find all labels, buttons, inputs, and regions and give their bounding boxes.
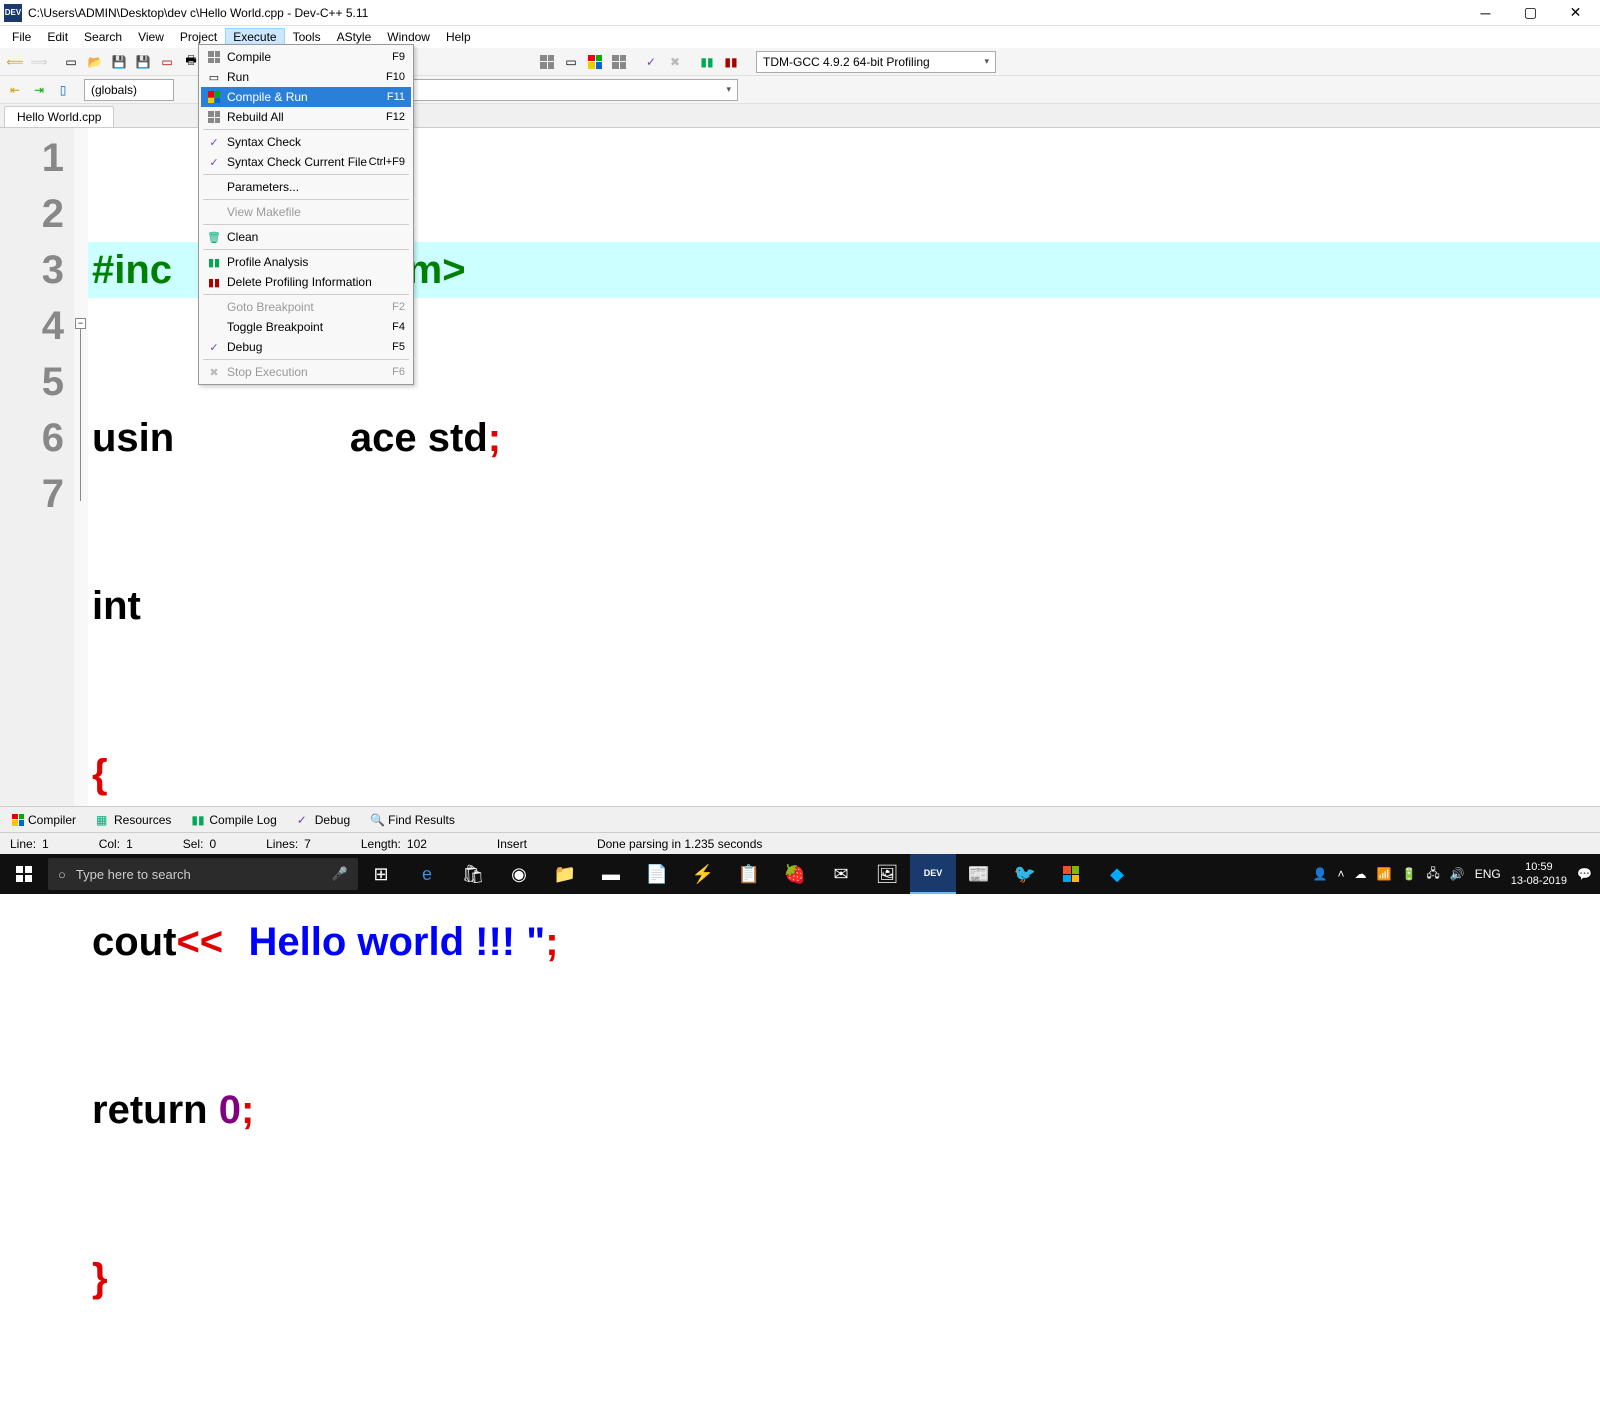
back-icon[interactable]: ⟸ xyxy=(4,51,26,73)
compiler-select[interactable]: TDM-GCC 4.9.2 64-bit Profiling ▾ xyxy=(756,51,996,73)
search-icon: ○ xyxy=(58,867,66,882)
menu-edit[interactable]: Edit xyxy=(39,28,76,46)
fold-line xyxy=(80,329,81,501)
class-select-value: (globals) xyxy=(91,83,137,97)
menu-item-compile[interactable]: CompileF9 xyxy=(201,47,411,67)
fold-toggle[interactable]: − xyxy=(75,318,86,329)
menu-search[interactable]: Search xyxy=(76,28,130,46)
rebuild-icon[interactable] xyxy=(608,51,630,73)
line-gutter: 1234567 xyxy=(0,128,74,806)
tab-hello-world[interactable]: Hello World.cpp xyxy=(4,106,114,127)
menu-item-run[interactable]: ▭RunF10 xyxy=(201,67,411,87)
menu-item-rebuild-all[interactable]: Rebuild AllF12 xyxy=(201,107,411,127)
class-select[interactable]: (globals) xyxy=(84,79,174,101)
menu-view[interactable]: View xyxy=(130,28,172,46)
new-file-icon[interactable]: ▭ xyxy=(60,51,82,73)
menu-file[interactable]: File xyxy=(4,28,39,46)
goto-func2-icon[interactable]: ⇥ xyxy=(28,79,50,101)
profile-delete-icon[interactable]: ▮▮ xyxy=(720,51,742,73)
execute-menu: CompileF9▭RunF10Compile & RunF11Rebuild … xyxy=(198,44,414,385)
chevron-down-icon: ▾ xyxy=(984,56,989,67)
menu-item-delete-profiling-information[interactable]: ▮▮Delete Profiling Information xyxy=(201,272,411,292)
minimize-button[interactable]: ─ xyxy=(1463,0,1508,26)
close-button[interactable]: ✕ xyxy=(1553,0,1598,26)
save-all-icon[interactable]: 💾 xyxy=(132,51,154,73)
goto-func-icon[interactable]: ⇤ xyxy=(4,79,26,101)
chevron-down-icon: ▾ xyxy=(726,84,731,95)
menu-item-clean[interactable]: 🗑Clean xyxy=(201,227,411,247)
profile-icon[interactable]: ▮▮ xyxy=(696,51,718,73)
menu-item-toggle-breakpoint[interactable]: Toggle BreakpointF4 xyxy=(201,317,411,337)
tab-compiler[interactable]: Compiler xyxy=(4,810,84,830)
menu-item-compile-run[interactable]: Compile & RunF11 xyxy=(201,87,411,107)
debug-icon[interactable]: ✓ xyxy=(640,51,662,73)
stop-icon[interactable]: ✖ xyxy=(664,51,686,73)
compiler-select-value: TDM-GCC 4.9.2 64-bit Profiling xyxy=(763,55,930,69)
start-button[interactable] xyxy=(0,854,48,894)
menu-item-syntax-check-current-file[interactable]: ✓Syntax Check Current FileCtrl+F9 xyxy=(201,152,411,172)
run-icon[interactable]: ▭ xyxy=(560,51,582,73)
titlebar: DEV C:\Users\ADMIN\Desktop\dev c\Hello W… xyxy=(0,0,1600,26)
menu-item-view-makefile: View Makefile xyxy=(201,202,411,222)
menu-item-debug[interactable]: ✓DebugF5 xyxy=(201,337,411,357)
window-title: C:\Users\ADMIN\Desktop\dev c\Hello World… xyxy=(28,6,1463,20)
close-file-icon[interactable]: ▭ xyxy=(156,51,178,73)
menu-item-parameters-[interactable]: Parameters... xyxy=(201,177,411,197)
forward-icon[interactable]: ⟹ xyxy=(28,51,50,73)
bookmark-icon[interactable]: ▯ xyxy=(52,79,74,101)
maximize-button[interactable]: ▢ xyxy=(1508,0,1553,26)
menu-item-stop-execution: ✖Stop ExecutionF6 xyxy=(201,362,411,382)
member-select[interactable]: ▾ xyxy=(408,79,738,101)
menu-item-profile-analysis[interactable]: ▮▮Profile Analysis xyxy=(201,252,411,272)
save-icon[interactable]: 💾 xyxy=(108,51,130,73)
menu-help[interactable]: Help xyxy=(438,28,479,46)
menu-item-goto-breakpoint: Goto BreakpointF2 xyxy=(201,297,411,317)
compile-run-icon[interactable] xyxy=(584,51,606,73)
compile-icon[interactable] xyxy=(536,51,558,73)
app-icon: DEV xyxy=(4,4,22,22)
fold-gutter: − xyxy=(74,128,88,806)
open-icon[interactable]: 📂 xyxy=(84,51,106,73)
menu-item-syntax-check[interactable]: ✓Syntax Check xyxy=(201,132,411,152)
